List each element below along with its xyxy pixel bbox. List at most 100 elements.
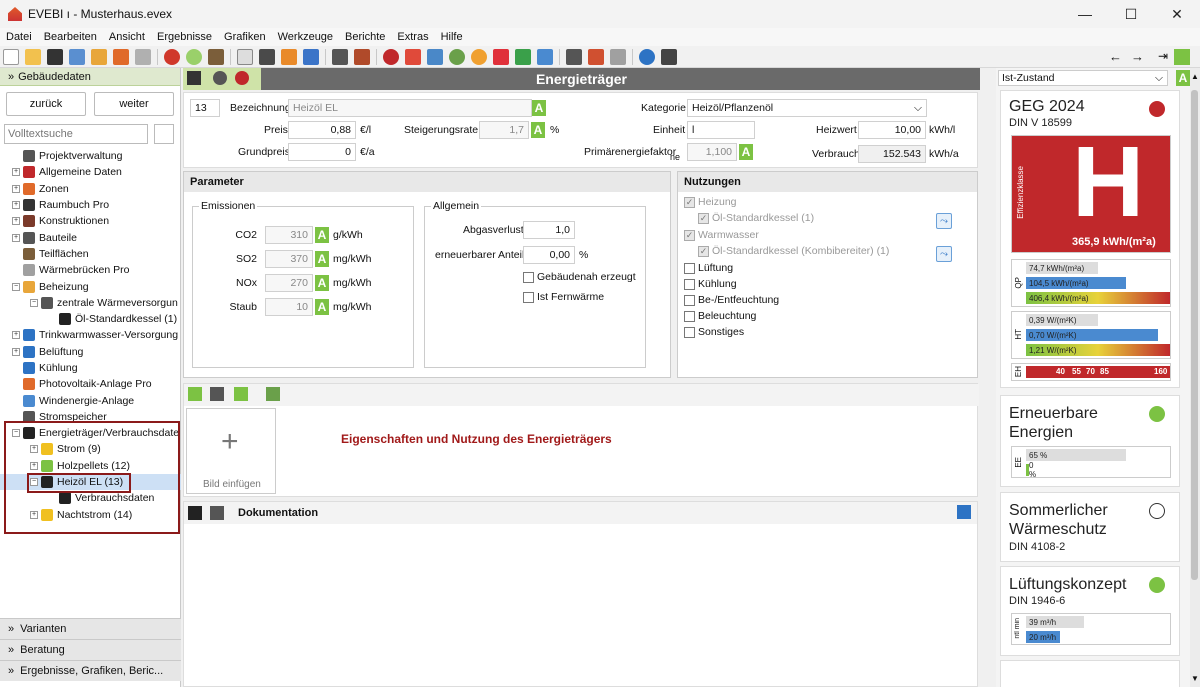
a-badge-icon[interactable]: A	[532, 100, 546, 116]
report-icon[interactable]	[405, 48, 421, 65]
a-badge-icon[interactable]: A	[315, 251, 329, 267]
entfeuchtung-checkbox[interactable]: Be-/Entfeuchtung	[684, 294, 779, 306]
tree-item[interactable]: + Konstruktionen	[0, 213, 181, 229]
tree-item[interactable]: Kühlung	[0, 360, 181, 376]
tree-item[interactable]: Projektverwaltung	[0, 148, 181, 164]
tree-item[interactable]: + Zonen	[0, 181, 181, 197]
ee-field[interactable]: 0,00	[523, 246, 575, 264]
sun-icon[interactable]	[471, 48, 487, 65]
help-icon[interactable]	[639, 48, 655, 65]
fernwaerme-checkbox[interactable]: Ist Fernwärme	[523, 291, 604, 303]
a-badge-icon[interactable]: A	[315, 227, 329, 243]
varianten-bar[interactable]: » Varianten	[0, 618, 181, 639]
tree-icon[interactable]	[332, 48, 348, 65]
print-icon[interactable]	[566, 48, 582, 65]
expand-icon[interactable]: +	[12, 168, 20, 177]
house-blue-icon[interactable]	[537, 48, 553, 65]
save-icon[interactable]	[188, 506, 202, 520]
menu-extras[interactable]: Extras	[391, 31, 434, 43]
tree-item[interactable]: Teilflächen	[0, 246, 181, 262]
a-badge-icon[interactable]: A	[315, 275, 329, 291]
calculator-icon[interactable]	[661, 48, 677, 65]
lk-card[interactable]: Lüftungskonzept DIN 1946-6 ntl min 39 m³…	[1000, 566, 1180, 656]
sum-orange-icon[interactable]	[281, 48, 297, 65]
menu-werkzeuge[interactable]: Werkzeuge	[272, 31, 339, 43]
copy-icon[interactable]	[210, 506, 224, 520]
globe-icon[interactable]	[449, 48, 465, 65]
beratung-bar[interactable]: » Beratung	[0, 639, 181, 660]
menu-hilfe[interactable]: Hilfe	[435, 31, 469, 43]
sonstiges-checkbox[interactable]: Sonstiges	[684, 326, 744, 338]
edit-icon[interactable]	[957, 505, 971, 519]
link-icon[interactable]: ⤳	[936, 246, 952, 262]
pdf-icon[interactable]	[588, 48, 604, 65]
tree-item[interactable]: + Allgemeine Daten	[0, 164, 181, 180]
steigerung-field[interactable]: 1,7	[479, 121, 529, 139]
save-icon[interactable]	[47, 48, 63, 65]
filter-icon[interactable]	[154, 124, 174, 144]
heizwert-field[interactable]: 10,00	[858, 121, 926, 139]
maximize-button[interactable]: ☐	[1108, 0, 1154, 28]
import-icon[interactable]	[113, 48, 129, 65]
emission-field[interactable]: 310	[265, 226, 313, 244]
collapse-icon[interactable]: −	[30, 298, 38, 307]
info-house-icon[interactable]	[610, 48, 626, 65]
search-input[interactable]: Volltextsuche	[4, 124, 148, 144]
expand-icon[interactable]: +	[12, 233, 20, 242]
tree-item[interactable]: + Trinkwarmwasser-Versorgung	[0, 327, 181, 343]
tree-item[interactable]: Öl-Standardkessel (1)	[0, 311, 181, 327]
bild-einfuegen-button[interactable]: + Bild einfügen	[186, 408, 276, 494]
jump-icon[interactable]: ⇥	[1158, 49, 1168, 63]
gebaeudedaten-header[interactable]: » Gebäudedaten	[0, 68, 180, 86]
tree-item[interactable]: − Beheizung	[0, 278, 181, 294]
close-button[interactable]: ✕	[1154, 0, 1200, 28]
tree-item[interactable]: + Raumbuch Pro	[0, 197, 181, 213]
a-badge-icon[interactable]: A	[531, 122, 545, 138]
bezeichnung-field[interactable]: Heizöl EL	[288, 99, 532, 117]
pef-field[interactable]: 1,100	[687, 143, 737, 161]
kategorie-select[interactable]: Heizöl/Pflanzenöl ⌵	[687, 99, 927, 117]
expand-icon[interactable]: +	[12, 331, 20, 340]
tree-green-icon[interactable]	[515, 48, 531, 65]
nr-field[interactable]: 13	[190, 99, 220, 117]
tree-item[interactable]: Wärmebrücken Pro	[0, 262, 181, 278]
scroll-down-icon[interactable]: ▼	[1191, 674, 1199, 683]
tree-item[interactable]: Windenergie-Anlage	[0, 392, 181, 408]
sum-blue-icon[interactable]	[303, 48, 319, 65]
chart-icon[interactable]	[427, 48, 443, 65]
menu-datei[interactable]: Datei	[0, 31, 38, 43]
save-as-icon[interactable]	[69, 48, 85, 65]
table-icon[interactable]	[354, 48, 370, 65]
link-icon[interactable]: ⤳	[936, 213, 952, 229]
minimize-button[interactable]: —	[1062, 0, 1108, 28]
emission-field[interactable]: 370	[265, 250, 313, 268]
expand-icon[interactable]: +	[12, 184, 20, 193]
a-badge-icon[interactable]: A	[315, 299, 329, 315]
gebaeudenah-checkbox[interactable]: Gebäudenah erzeugt	[523, 271, 636, 283]
ee-card[interactable]: Erneuerbare Energien EE 65 % 0 %	[1000, 395, 1180, 487]
scroll-up-icon[interactable]: ▲	[1191, 72, 1199, 81]
undo-icon[interactable]	[164, 48, 180, 65]
expand-icon[interactable]: +	[12, 347, 20, 356]
menu-berichte[interactable]: Berichte	[339, 31, 391, 43]
menu-bearbeiten[interactable]: Bearbeiten	[38, 31, 103, 43]
forward-button[interactable]: weiter	[94, 92, 174, 116]
emission-field[interactable]: 10	[265, 298, 313, 316]
bolt-icon[interactable]	[493, 48, 509, 65]
menu-ergebnisse[interactable]: Ergebnisse	[151, 31, 218, 43]
back-arrow-icon[interactable]: ←	[1109, 49, 1122, 64]
tree-item[interactable]: − zentrale Wärmeversorgun	[0, 295, 181, 311]
sws-card[interactable]: Sommerlicher Wärmeschutz DIN 4108-2	[1000, 492, 1180, 562]
paste-icon[interactable]	[210, 387, 224, 401]
a-badge-icon[interactable]: A	[1176, 70, 1190, 86]
red-tool-icon[interactable]	[383, 48, 399, 65]
tree-item[interactable]: + Belüftung	[0, 344, 181, 360]
wizard-icon[interactable]	[208, 48, 224, 65]
dropdown-tool-icon[interactable]	[234, 387, 248, 401]
ergebnisse-bar[interactable]: » Ergebnisse, Grafiken, Beric...	[0, 660, 181, 681]
menu-ansicht[interactable]: Ansicht	[103, 31, 151, 43]
ht-icon[interactable]	[259, 48, 275, 65]
lueftung-checkbox[interactable]: Lüftung	[684, 262, 733, 274]
menu-grafiken[interactable]: Grafiken	[218, 31, 272, 43]
send-icon[interactable]	[135, 48, 151, 65]
